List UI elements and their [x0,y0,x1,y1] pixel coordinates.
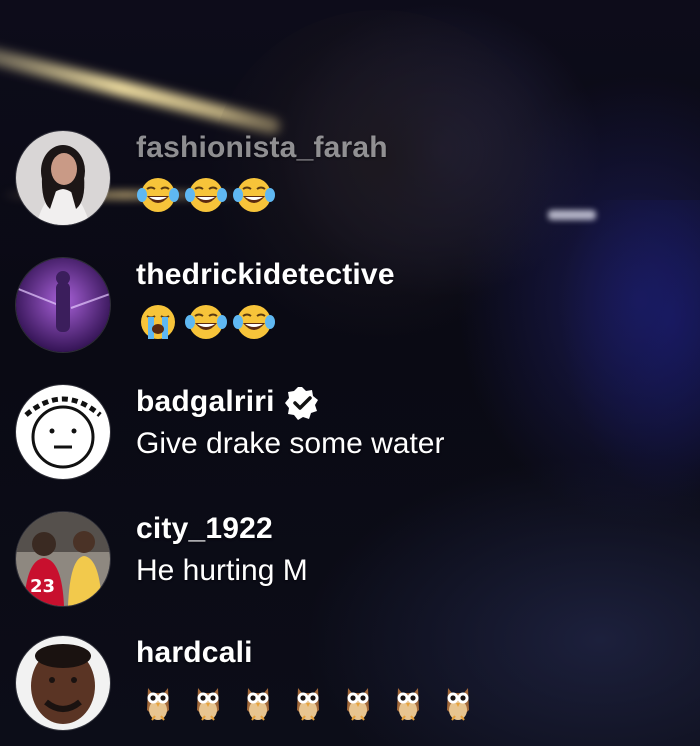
loudly-crying-face-icon [141,305,175,339]
face-with-tears-of-joy-icon [233,178,275,212]
comment-item[interactable]: fashionista_farah [16,131,696,231]
comment-item[interactable]: 23 city_1922 He hurting M [16,512,696,612]
owl-icon [197,688,219,721]
avatar[interactable] [16,385,110,479]
face-with-tears-of-joy-icon [185,305,227,339]
live-comments-feed: fashionista_farah thedrickidetective bad… [0,0,700,746]
comment-username[interactable]: hardcali [136,636,253,670]
owl-icon [347,688,369,721]
owl-icon [147,688,169,721]
comment-emojis [136,680,480,721]
owl-icon [247,688,269,721]
avatar[interactable] [16,636,110,730]
comment-item[interactable]: hardcali [16,636,696,746]
face-with-tears-of-joy-icon [233,305,275,339]
avatar[interactable]: 23 [16,512,110,606]
owl-icon [447,688,469,721]
comment-text: He hurting M [136,554,308,587]
avatar[interactable] [16,131,110,225]
face-with-tears-of-joy-icon [137,178,179,212]
svg-text:23: 23 [30,576,55,597]
comment-emojis [136,302,276,342]
comment-username[interactable]: city_1922 [136,512,273,546]
comment-username[interactable]: badgalriri [136,385,275,418]
comment-username[interactable]: thedrickidetective [136,258,395,292]
comment-item[interactable]: badgalriri Give drake some water [16,385,696,485]
comment-emojis [136,175,276,215]
face-with-tears-of-joy-icon [185,178,227,212]
verified-badge-icon [284,387,318,421]
avatar[interactable] [16,258,110,352]
owl-icon [397,688,419,721]
owl-icon [297,688,319,721]
comment-username-row[interactable]: badgalriri [136,385,319,421]
comment-item[interactable]: thedrickidetective [16,258,696,358]
comment-username[interactable]: fashionista_farah [136,131,388,165]
comment-text: Give drake some water [136,427,445,460]
